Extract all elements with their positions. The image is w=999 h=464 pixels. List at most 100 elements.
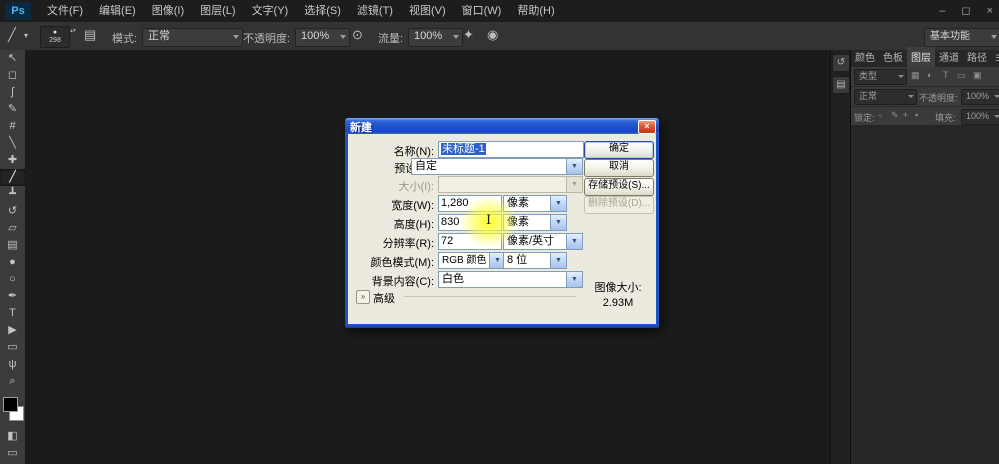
name-input-value: 未标题-1: [441, 143, 486, 155]
layers-opacity-value: 100%: [966, 91, 989, 101]
background-contents-select[interactable]: 白色 ▼: [438, 271, 583, 288]
width-unit-value: 像素: [507, 197, 529, 209]
tool-move[interactable]: ↖: [0, 50, 25, 67]
filter-adjustment-layers-icon[interactable]: ◐: [927, 70, 932, 80]
tool-brush[interactable]: ╱: [0, 169, 26, 186]
restore-button[interactable]: ◻: [961, 0, 970, 22]
resolution-input[interactable]: 72: [438, 233, 502, 250]
airbrush-icon[interactable]: ✦: [463, 27, 474, 43]
lock-pixels-icon[interactable]: ✎: [891, 110, 899, 121]
dialog-close-button[interactable]: ×: [638, 120, 656, 134]
tool-pen[interactable]: ✒: [0, 288, 25, 305]
opacity-select[interactable]: 100%: [295, 28, 350, 47]
quick-mask-button[interactable]: ◧: [0, 428, 25, 445]
menu-item-help[interactable]: 帮助(H): [509, 0, 562, 22]
menu-item-type[interactable]: 文字(Y): [244, 0, 297, 22]
tablet-pressure-size-icon[interactable]: ◉: [487, 27, 498, 43]
lock-position-icon[interactable]: +: [903, 110, 908, 120]
menu-item-file[interactable]: 文件(F): [39, 0, 91, 22]
move-icon: ↖: [8, 50, 17, 67]
menu-item-edit[interactable]: 编辑(E): [91, 0, 144, 22]
opacity-label: 不透明度:: [243, 30, 290, 46]
flow-select[interactable]: 100%: [408, 28, 463, 47]
menu-item-select[interactable]: 选择(S): [296, 0, 349, 22]
menu-item-view[interactable]: 视图(V): [401, 0, 454, 22]
minimize-button[interactable]: –: [939, 0, 945, 22]
menu-item-filter[interactable]: 滤镜(T): [349, 0, 401, 22]
menu-item-layer[interactable]: 图层(L): [192, 0, 243, 22]
width-unit-select[interactable]: 像素 ▼: [503, 195, 567, 212]
blend-mode-select[interactable]: 正常: [142, 28, 243, 47]
tool-marquee[interactable]: ◻: [0, 67, 25, 84]
width-input[interactable]: 1,280: [438, 195, 502, 212]
preset-select[interactable]: 自定 ▼: [411, 158, 583, 175]
tool-shape[interactable]: ▭: [0, 339, 25, 356]
height-unit-select[interactable]: 像素 ▼: [503, 214, 567, 231]
lock-all-icon[interactable]: ▪: [915, 110, 918, 120]
tool-quick-selection[interactable]: ✎: [0, 101, 25, 118]
filter-shape-layers-icon[interactable]: ▭: [957, 70, 966, 81]
tool-crop[interactable]: #: [0, 118, 25, 135]
toolbox: ↖ ◻ ʃ ✎ # ╲ ✚ ╱ ┻ ↺ ▱ ▤ ● ○ ✒ T ▶ ▭ ψ ⌕ …: [0, 50, 26, 464]
tool-gradient[interactable]: ▤: [0, 237, 25, 254]
tool-clone-stamp[interactable]: ┻: [0, 186, 25, 203]
bit-depth-select[interactable]: 8 位 ▼: [503, 252, 567, 269]
layers-opacity-select[interactable]: 100%: [961, 89, 999, 105]
menu-item-window[interactable]: 窗口(W): [454, 0, 510, 22]
advanced-expand-button[interactable]: »: [356, 290, 370, 304]
layers-list[interactable]: [851, 125, 999, 464]
dropdown-arrow-icon: ▼: [550, 196, 566, 211]
delete-preset-button: 删除预设(D)...: [584, 196, 654, 214]
filter-type-layers-icon[interactable]: T: [943, 70, 949, 80]
tablet-pressure-opacity-icon[interactable]: ⊙: [352, 27, 363, 43]
history-panel-button[interactable]: ↺: [832, 54, 850, 72]
tab-color[interactable]: 颜色: [851, 47, 879, 67]
tab-paths[interactable]: 路径: [963, 47, 991, 67]
tool-lasso[interactable]: ʃ: [0, 84, 25, 101]
brush-size-spinner[interactable]: ▴▾: [70, 27, 76, 36]
foreground-color-swatch[interactable]: [3, 397, 18, 412]
chevron-down-icon[interactable]: ▾: [24, 31, 28, 40]
dropdown-arrow-icon: ▼: [550, 253, 566, 268]
tool-eyedropper[interactable]: ╲: [0, 135, 25, 152]
name-input[interactable]: 未标题-1: [438, 141, 584, 158]
zoom-icon: ⌕: [9, 373, 15, 390]
height-input[interactable]: 830: [438, 214, 502, 231]
tool-zoom[interactable]: ⌕: [0, 373, 25, 390]
brush-preset-picker[interactable]: ● 298: [40, 26, 70, 48]
tool-dodge[interactable]: ○: [0, 271, 25, 288]
screen-mode-button[interactable]: ▭: [0, 445, 25, 462]
fill-select[interactable]: 100%: [961, 109, 999, 125]
brush-tool-icon[interactable]: ╱: [8, 27, 16, 43]
panel-menu-icon[interactable]: ☰: [991, 53, 999, 67]
tool-spot-healing[interactable]: ✚: [0, 152, 25, 169]
brush-panel-toggle-icon[interactable]: ▤: [84, 27, 96, 43]
tool-type[interactable]: T: [0, 305, 25, 322]
close-button[interactable]: ×: [987, 0, 993, 22]
workspace-switcher[interactable]: 基本功能: [924, 28, 999, 47]
save-preset-button[interactable]: 存储预设(S)...: [584, 178, 654, 196]
layer-filter-select[interactable]: 类型: [854, 69, 907, 85]
tab-layers[interactable]: 图层: [907, 47, 935, 67]
tab-swatches[interactable]: 色板: [879, 47, 907, 67]
resolution-unit-select[interactable]: 像素/英寸 ▼: [503, 233, 583, 250]
tab-channels[interactable]: 通道: [935, 47, 963, 67]
tool-eraser[interactable]: ▱: [0, 220, 25, 237]
dialog-title-bar[interactable]: 新建 ×: [345, 118, 659, 134]
filter-pixel-layers-icon[interactable]: ▦: [911, 70, 920, 81]
layers-blend-mode-select[interactable]: 正常: [854, 89, 917, 105]
tool-path-selection[interactable]: ▶: [0, 322, 25, 339]
ok-button[interactable]: 确定: [584, 141, 654, 159]
tool-hand[interactable]: ψ: [0, 356, 25, 373]
color-mode-select[interactable]: RGB 颜色 ▼: [438, 252, 506, 269]
properties-panel-button[interactable]: ▤: [832, 76, 850, 94]
filter-smart-object-icon[interactable]: ▣: [973, 70, 982, 81]
layers-blend-mode-value: 正常: [859, 91, 877, 101]
lock-transparency-icon[interactable]: ▫: [879, 110, 882, 120]
tool-history-brush[interactable]: ↺: [0, 203, 25, 220]
color-mode-label: 颜色模式(M):: [348, 254, 434, 270]
tool-blur[interactable]: ●: [0, 254, 25, 271]
layer-filter-value: 类型: [859, 71, 877, 81]
menu-item-image[interactable]: 图像(I): [144, 0, 192, 22]
cancel-button[interactable]: 取消: [584, 159, 654, 177]
